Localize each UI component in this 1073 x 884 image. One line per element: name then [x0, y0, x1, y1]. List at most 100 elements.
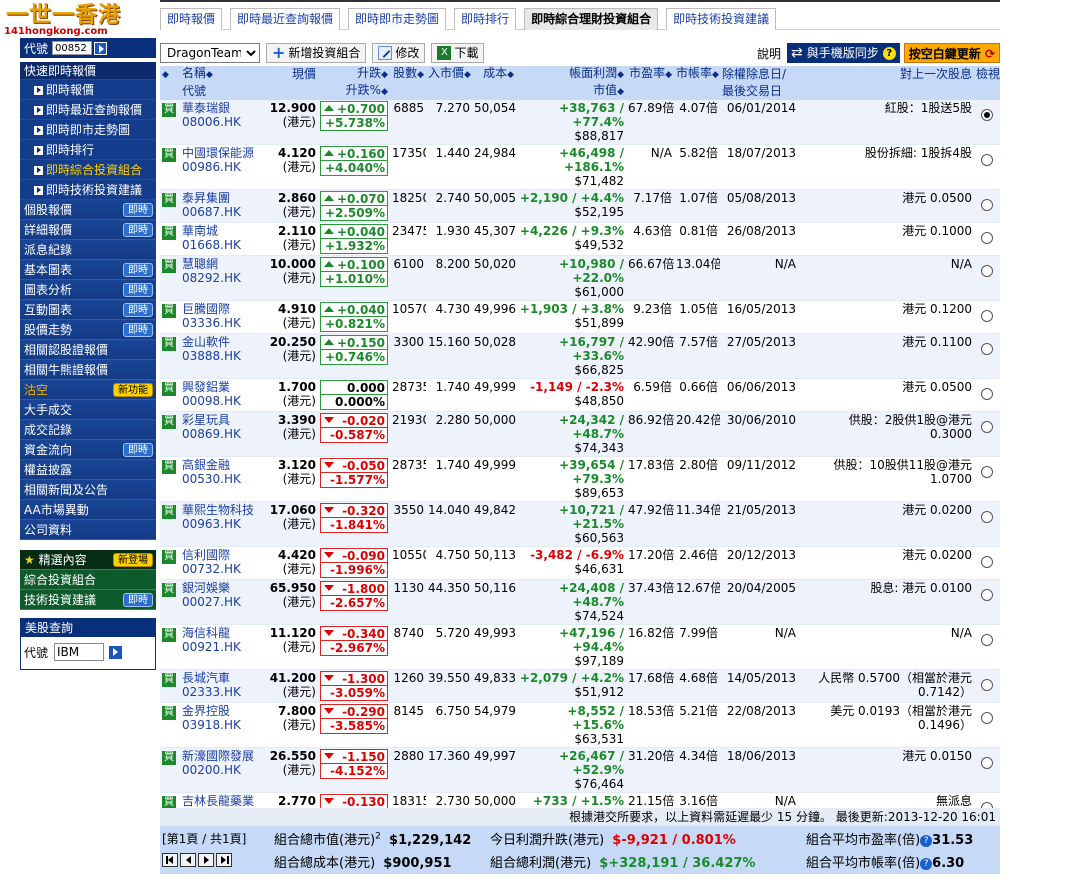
info-icon[interactable]: ? — [920, 858, 933, 870]
view-radio[interactable] — [981, 466, 993, 478]
portfolio-select[interactable]: DragonTeam — [160, 43, 260, 63]
view-radio[interactable] — [981, 679, 993, 691]
sidebar-item-15[interactable]: AA市場異動 — [20, 500, 156, 520]
sidebar-item-5[interactable]: 互動圖表 即時 — [20, 300, 156, 320]
stock-name-link[interactable]: 華南城 — [182, 224, 218, 238]
sidebar-subitem-4[interactable]: 即時綜合投資組合 — [20, 160, 156, 180]
buy-button[interactable]: 買 — [162, 193, 176, 207]
header-code[interactable]: 代號 — [180, 83, 256, 100]
nav-section-title[interactable]: 快速即時報價 — [20, 62, 156, 80]
sidebar-item-13[interactable]: 權益披露 — [20, 460, 156, 480]
buy-button[interactable]: 買 — [162, 706, 176, 720]
view-radio[interactable] — [981, 199, 993, 211]
sidebar-subitem-0[interactable]: 即時報價 — [20, 80, 156, 100]
buy-button[interactable]: 買 — [162, 751, 176, 765]
sidebar-subitem-5[interactable]: 即時技術投資建議 — [20, 180, 156, 200]
buy-button[interactable]: 買 — [162, 103, 176, 117]
sidebar-item-12[interactable]: 資金流向 即時 — [20, 440, 156, 460]
stock-name-link[interactable]: 中國環保能源 — [182, 146, 254, 160]
sidebar-item-4[interactable]: 圖表分析 即時 — [20, 280, 156, 300]
download-button[interactable]: X 下載 — [431, 43, 485, 63]
last-page-icon[interactable] — [216, 853, 232, 867]
info-icon[interactable]: ? — [920, 835, 933, 847]
stock-name-link[interactable]: 吉林長龍藥業 — [182, 794, 254, 808]
stock-name-link[interactable]: 慧聰網 — [182, 257, 218, 271]
sidebar-item-11[interactable]: 成交記錄 — [20, 420, 156, 440]
buy-button[interactable]: 買 — [162, 550, 176, 564]
tab-5[interactable]: 即時技術投資建議 — [666, 8, 777, 30]
sidebar-item-1[interactable]: 詳細報價 即時 — [20, 220, 156, 240]
selected-item-1[interactable]: 技術投資建議 即時 — [20, 590, 156, 610]
view-radio[interactable] — [981, 589, 993, 601]
view-radio[interactable] — [981, 556, 993, 568]
stock-code[interactable]: 00963.HK — [182, 517, 241, 531]
selected-title[interactable]: ★ 精選內容 新登場 — [20, 550, 156, 570]
tab-4[interactable]: 即時綜合理財投資組合 — [524, 8, 659, 30]
buy-button[interactable]: 買 — [162, 415, 176, 429]
header-mv[interactable]: 市值◆ — [516, 83, 626, 100]
refresh-button[interactable]: 按空白鍵更新 ⟳ — [903, 43, 1000, 63]
stock-name-link[interactable]: 長城汽車 — [182, 671, 230, 685]
stock-code[interactable]: 08292.HK — [182, 271, 241, 285]
sidebar-item-8[interactable]: 相關牛熊證報價 — [20, 360, 156, 380]
header-chg[interactable]: 升跌◆ — [318, 66, 390, 83]
sidebar-subitem-3[interactable]: 即時排行 — [20, 140, 156, 160]
help-link[interactable]: 說明 — [757, 45, 781, 62]
header-pl[interactable]: 帳面利潤◆ — [516, 66, 626, 83]
sidebar-item-0[interactable]: 個股報價 即時 — [20, 200, 156, 220]
buy-button[interactable]: 買 — [162, 304, 176, 318]
buy-button[interactable]: 買 — [162, 148, 176, 162]
buy-button[interactable]: 買 — [162, 382, 176, 396]
stock-code[interactable]: 01668.HK — [182, 238, 241, 252]
stock-code[interactable]: 00921.HK — [182, 640, 241, 654]
us-go-arrow-icon[interactable] — [108, 644, 124, 660]
edit-button[interactable]: 修改 — [372, 43, 426, 63]
next-page-icon[interactable] — [198, 853, 214, 867]
stock-code[interactable]: 03336.HK — [182, 316, 241, 330]
stock-name-link[interactable]: 華熙生物科技 — [182, 503, 254, 517]
tab-1[interactable]: 即時最近查詢報價 — [230, 8, 341, 30]
sort-icon[interactable]: ◆ — [162, 70, 169, 80]
header-cost[interactable]: 成本◆ — [472, 66, 516, 83]
sidebar-item-6[interactable]: 股價走勢 即時 — [20, 320, 156, 340]
tab-2[interactable]: 即時即市走勢圖 — [348, 8, 447, 30]
view-radio[interactable] — [981, 232, 993, 244]
sidebar-item-16[interactable]: 公司資料 — [20, 520, 156, 540]
stock-code[interactable]: 03918.HK — [182, 718, 241, 732]
view-radio[interactable] — [981, 109, 993, 121]
stock-code[interactable]: 03888.HK — [182, 349, 241, 363]
header-shares[interactable]: 股數◆ — [390, 66, 426, 83]
sidebar-item-2[interactable]: 派息紀錄 — [20, 240, 156, 260]
stock-name-link[interactable]: 彩星玩具 — [182, 413, 230, 427]
stock-code[interactable]: 00027.HK — [182, 595, 241, 609]
buy-button[interactable]: 買 — [162, 337, 176, 351]
sidebar-item-9[interactable]: 沽空 新功能 — [20, 380, 156, 400]
stock-name-link[interactable]: 金山軟件 — [182, 335, 230, 349]
go-arrow-icon[interactable] — [94, 41, 108, 55]
buy-button[interactable]: 買 — [162, 226, 176, 240]
buy-button[interactable]: 買 — [162, 259, 176, 273]
selected-item-0[interactable]: 綜合投資組合 — [20, 570, 156, 590]
buy-button[interactable]: 買 — [162, 628, 176, 642]
stock-name-link[interactable]: 泰昇集團 — [182, 191, 230, 205]
sidebar-item-10[interactable]: 大手成交 — [20, 400, 156, 420]
stock-name-link[interactable]: 海信科龍 — [182, 626, 230, 640]
add-portfolio-button[interactable]: + 新增投資組合 — [266, 43, 367, 63]
header-chgpct[interactable]: 升跌%◆ — [318, 83, 390, 100]
header-buyprice[interactable]: 入市價◆ — [426, 66, 472, 83]
stock-name-link[interactable]: 銀河娛樂 — [182, 581, 230, 595]
stock-name-link[interactable]: 信利國際 — [182, 548, 230, 562]
sidebar-subitem-2[interactable]: 即時即市走勢圖 — [20, 120, 156, 140]
buy-button[interactable]: 買 — [162, 505, 176, 519]
buy-button[interactable]: 買 — [162, 460, 176, 474]
stock-code[interactable]: 00869.HK — [182, 427, 241, 441]
stock-code[interactable]: 00098.HK — [182, 394, 241, 408]
view-radio[interactable] — [981, 310, 993, 322]
stock-code[interactable]: 00530.HK — [182, 472, 241, 486]
sidebar-item-14[interactable]: 相關新聞及公告 — [20, 480, 156, 500]
stock-name-link[interactable]: 高銀金融 — [182, 458, 230, 472]
stock-name-link[interactable]: 華泰瑞銀 — [182, 101, 230, 115]
stock-code[interactable]: 00200.HK — [182, 763, 241, 777]
stock-name-link[interactable]: 興發鋁業 — [182, 380, 230, 394]
sync-mobile-button[interactable]: ⇄ 與手機版同步? — [786, 43, 900, 63]
